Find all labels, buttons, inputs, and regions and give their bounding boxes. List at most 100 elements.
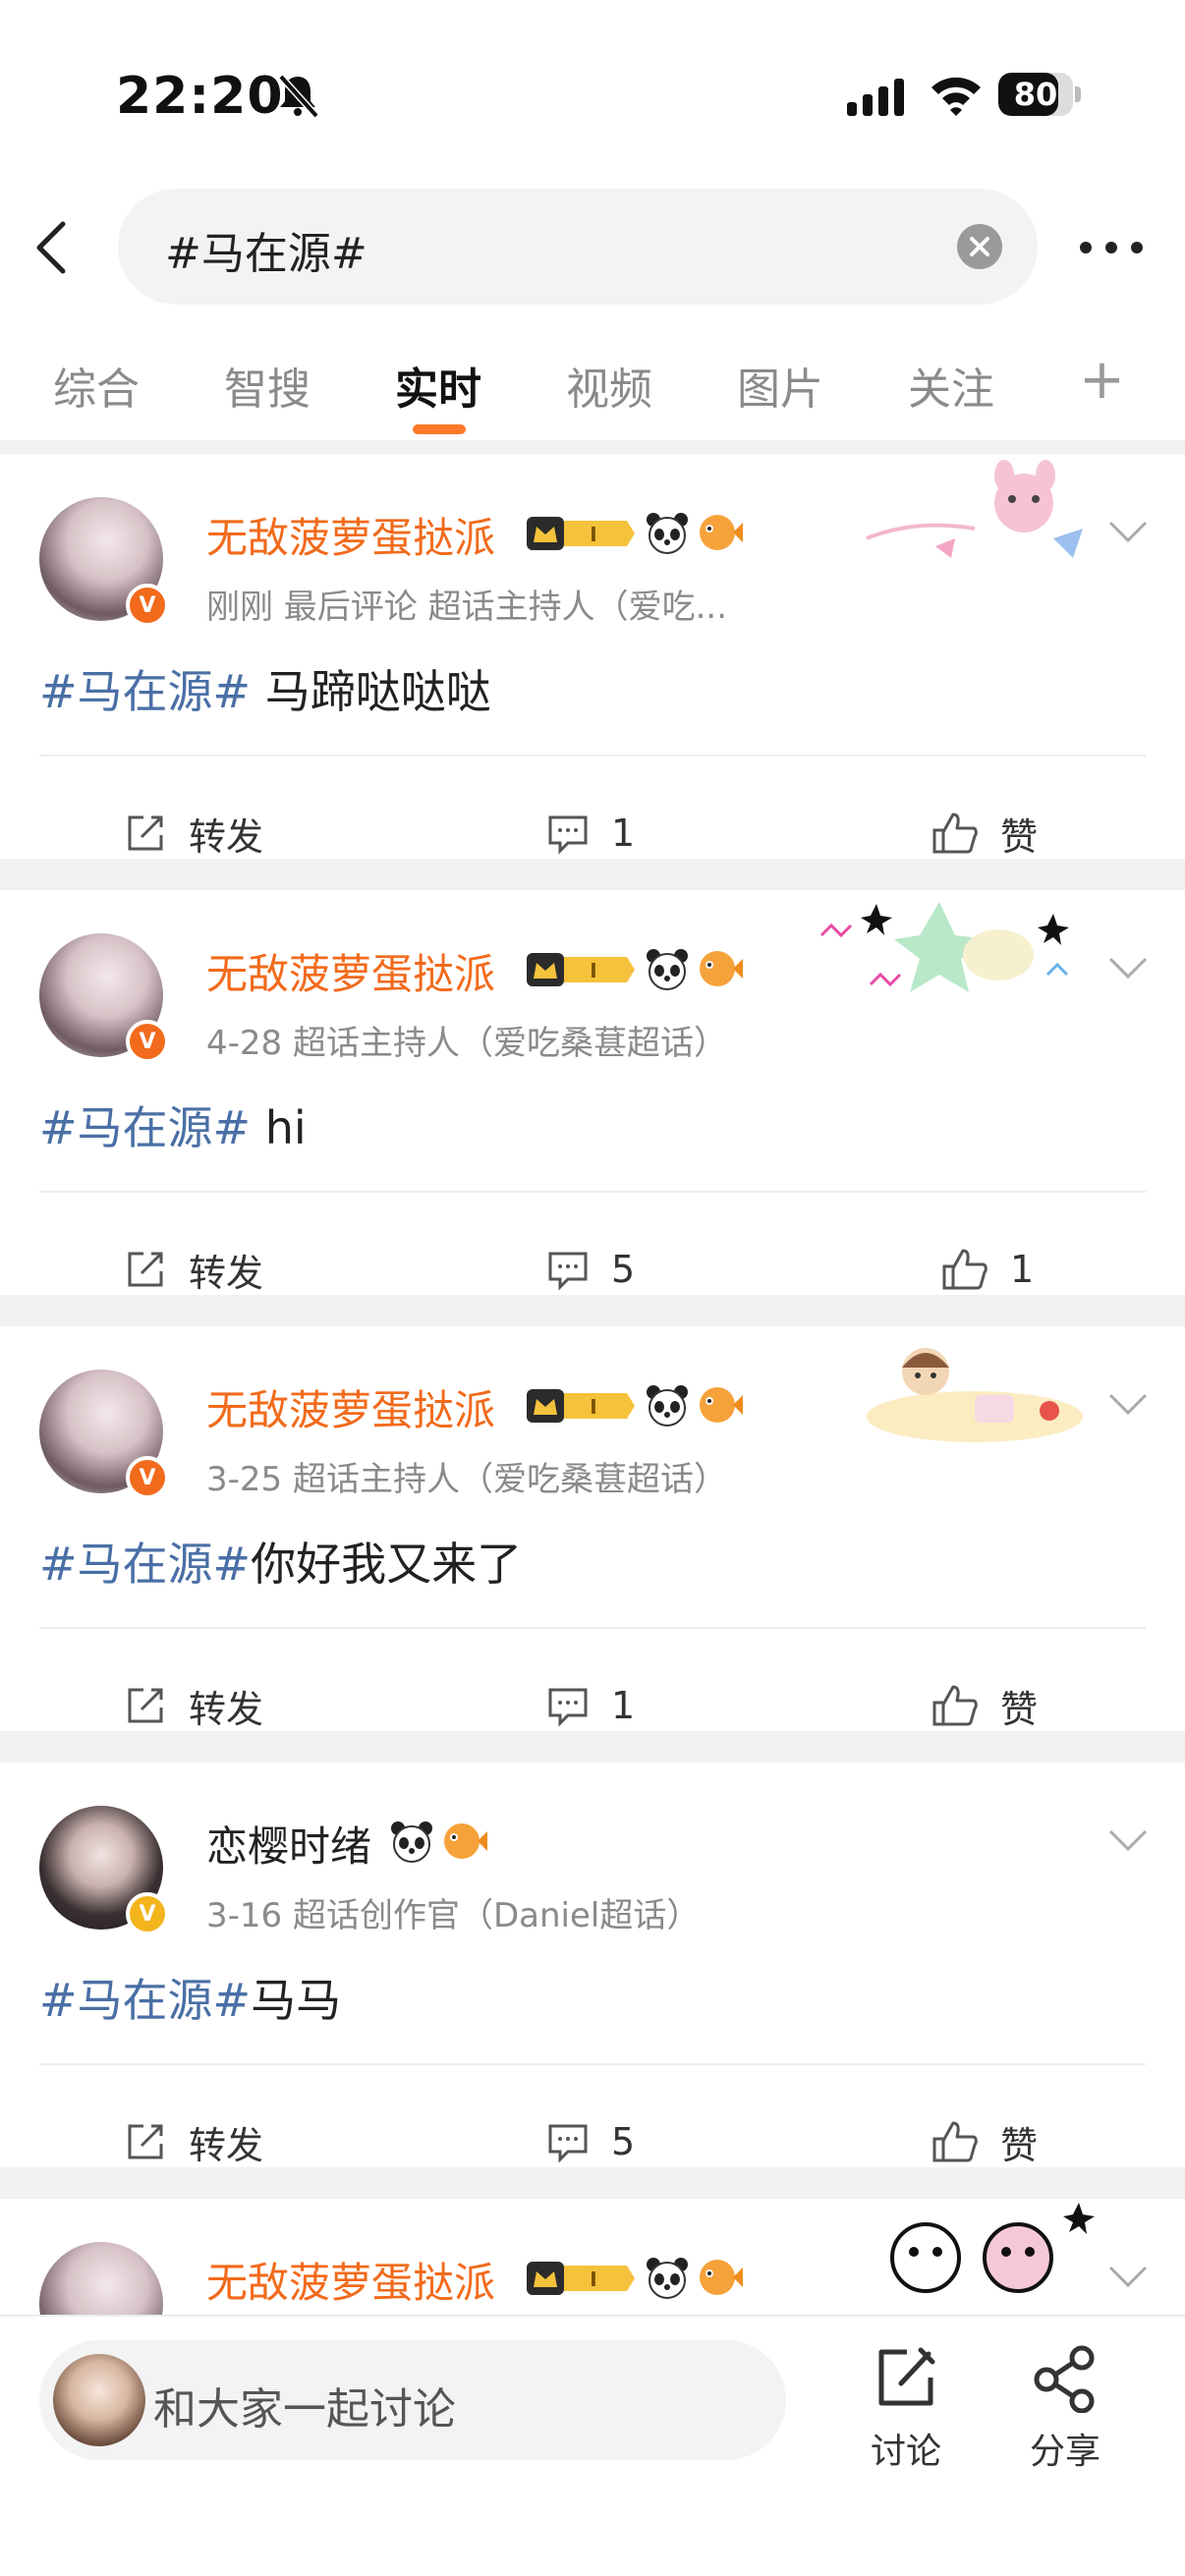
tab-video[interactable]: 视频 [566,354,652,417]
pufferfish-icon [700,1387,743,1423]
divider [39,755,1146,756]
post-body: 你好我又来了 [251,1538,523,1591]
username[interactable]: 无敌菠萝蛋挞派 [206,941,495,1001]
verified-badge-icon: V [126,1892,169,1935]
comment-count: 5 [611,2120,636,2163]
crown-level-badge-icon: I [527,2262,635,2295]
back-arrow-icon[interactable] [29,218,73,277]
share-button[interactable]: 分享 [1006,2344,1124,2474]
comment-placeholder: 和大家一起讨论 [153,2384,456,2435]
comment-count: 1 [611,1684,636,1727]
comment-button[interactable]: 5 [546,2114,635,2169]
repost-label: 转发 [189,2123,264,2167]
decorative-sticker-icon [867,1348,1083,1442]
hashtag-link[interactable]: #马在源# [39,665,251,718]
comment-input[interactable]: 和大家一起讨论 [39,2340,786,2460]
more-options-icon[interactable] [1077,228,1146,267]
discuss-button[interactable]: 讨论 [847,2344,965,2474]
post-meta: 3-25 超话主持人（爱吃桑葚超话） [206,1460,727,1499]
hashtag-link[interactable]: #马在源# [39,1101,251,1154]
comment-button[interactable]: 1 [546,806,635,861]
tab-smart-search[interactable]: 智搜 [224,354,310,417]
repost-icon [128,1688,163,1723]
post-body: 马马 [251,1974,342,2027]
tab-comprehensive[interactable]: 综合 [53,354,140,417]
like-count: 赞 [1000,2123,1039,2167]
thumbs-up-icon [932,812,978,854]
username[interactable]: 无敌菠萝蛋挞派 [206,505,495,565]
chevron-down-icon[interactable] [1106,1825,1150,1855]
repost-button[interactable]: 转发 [124,1678,263,1733]
like-button[interactable]: 赞 [931,806,1038,861]
silent-bell-icon [278,74,319,119]
post-card[interactable]: 无敌菠萝蛋挞派 I [0,2199,1185,2315]
username[interactable]: 恋樱时绪 [206,1814,371,1874]
svg-text:I: I [590,523,596,546]
chevron-down-icon[interactable] [1106,1389,1150,1419]
panda-icon [647,513,688,554]
like-button[interactable]: 1 [941,1242,1034,1297]
chevron-down-icon[interactable] [1106,2262,1150,2291]
pufferfish-icon [700,515,743,550]
post-meta: 4-28 超话主持人（爱吃桑葚超话） [206,1024,727,1063]
like-count: 赞 [1000,1687,1039,1731]
search-input[interactable]: #马在源# [118,189,1038,305]
divider [39,1191,1146,1193]
hashtag-link[interactable]: #马在源# [39,1974,251,2027]
repost-button[interactable]: 转发 [124,806,263,861]
repost-button[interactable]: 转发 [124,1242,263,1297]
comment-icon [548,2124,588,2163]
post-card[interactable]: V 无敌菠萝蛋挞派 I 刚刚 最后评论 超话主持人（爱吃... #马在源# 马蹄… [0,454,1185,859]
thumbs-up-icon [932,1685,978,1726]
post-text: #马在源#你好我又来了 [39,1529,522,1594]
clock: 22:20 [116,67,284,126]
decorative-sticker-icon [890,2203,1095,2293]
section-gap [0,859,1185,890]
hashtag-link[interactable]: #马在源# [39,1538,251,1591]
post-body: 马蹄哒哒哒 [251,665,491,718]
tab-images[interactable]: 图片 [737,354,823,417]
post-text: #马在源#马马 [39,1965,341,2030]
my-avatar [53,2354,145,2446]
repost-label: 转发 [189,1251,264,1295]
avatar[interactable] [39,2242,163,2315]
share-icon [1034,2345,1095,2414]
share-label: 分享 [1029,2432,1100,2472]
comment-button[interactable]: 1 [546,1678,635,1733]
repost-label: 转发 [189,814,264,859]
comment-count: 1 [611,812,636,855]
search-query: #马在源# [165,229,367,279]
search-tabs: 综合 智搜 实时 视频 图片 关注 + [0,342,1185,440]
section-gap [0,2167,1185,2199]
section-gap [0,1731,1185,1763]
repost-icon [128,815,163,851]
verified-badge-icon: V [126,1020,169,1063]
like-count: 1 [1010,1248,1035,1291]
username[interactable]: 无敌菠萝蛋挞派 [206,1377,495,1437]
tab-following[interactable]: 关注 [908,354,994,417]
discuss-label: 讨论 [870,2432,941,2472]
repost-button[interactable]: 转发 [124,2114,263,2169]
crown-level-badge-icon: I [527,1389,635,1423]
comment-icon [548,1688,588,1727]
post-card[interactable]: V 无敌菠萝蛋挞派 I 4-28 超话主持人（爱吃桑葚超话） #马在源# hi … [0,890,1185,1295]
add-tab-button[interactable]: + [1079,348,1125,412]
thumbs-up-icon [942,1249,988,1290]
chevron-down-icon[interactable] [1106,953,1150,982]
username[interactable]: 无敌菠萝蛋挞派 [206,2250,495,2310]
chevron-down-icon[interactable] [1106,517,1150,546]
active-tab-indicator [413,424,466,434]
verified-badge-icon: V [126,1456,169,1499]
like-button[interactable]: 赞 [931,2114,1038,2169]
tab-realtime[interactable]: 实时 [395,354,481,417]
comment-button[interactable]: 5 [546,1242,635,1297]
clear-search-icon[interactable] [957,224,1002,269]
like-button[interactable]: 赞 [931,1678,1038,1733]
pufferfish-icon [700,951,743,986]
post-body: hi [251,1101,307,1154]
crown-level-badge-icon: I [527,953,635,986]
post-card[interactable]: V 恋樱时绪 3-16 超话创作官（Daniel超话） #马在源#马马 转发 5… [0,1763,1185,2167]
edit-icon [878,2347,935,2406]
status-bar: 22:20 80 [0,0,1185,187]
post-card[interactable]: V 无敌菠萝蛋挞派 I 3-25 超话主持人（爱吃桑葚超话） #马在源#你好我又… [0,1326,1185,1731]
